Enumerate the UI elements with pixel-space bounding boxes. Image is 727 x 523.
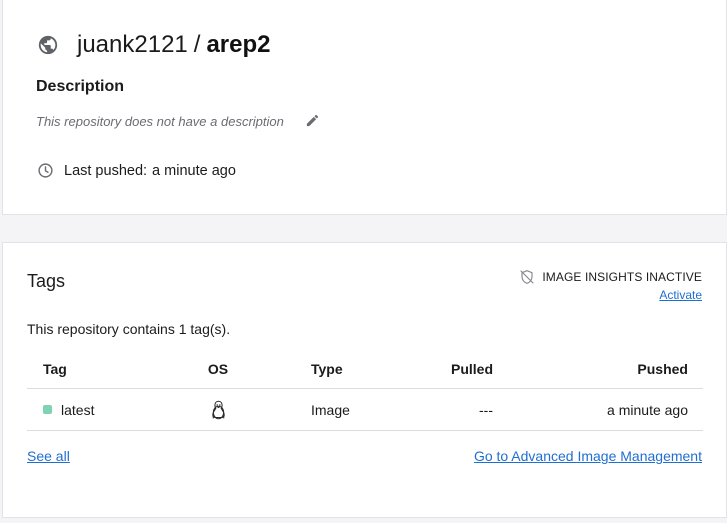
os-cell [207,389,229,430]
column-header-pushed: Pushed [637,360,688,377]
last-pushed: Last pushed: a minute ago [37,162,236,179]
table-row[interactable]: latest Image --- a minute ago [27,389,703,431]
column-header-type: Type [311,360,343,377]
advanced-image-management-link[interactable]: Go to Advanced Image Management [474,448,702,464]
tag-count-text: This repository contains 1 tag(s). [27,321,231,337]
see-all-link[interactable]: See all [27,448,70,464]
tag-name[interactable]: latest [61,402,94,418]
tags-table-header: Tag OS Type Pulled Pushed [27,349,703,389]
column-header-tag: Tag [43,360,67,377]
clock-icon [37,162,54,179]
description-text: This repository does not have a descript… [36,114,284,129]
repository-header-card: juank2121 / arep2 Description This repos… [2,0,727,215]
pushed-cell: a minute ago [607,401,688,418]
image-insights-label: IMAGE INSIGHTS INACTIVE [542,270,702,284]
image-insights-status: IMAGE INSIGHTS INACTIVE [519,269,702,285]
tag-status-dot [43,405,52,414]
tags-heading: Tags [27,271,66,291]
linux-icon [210,400,227,420]
column-header-os: OS [207,360,229,377]
tag-cell[interactable]: latest [43,389,94,430]
pulled-cell: --- [479,401,493,418]
description-heading: Description [36,78,125,95]
repository-name: arep2 [206,31,271,58]
repository-separator: / [193,31,201,58]
type-cell: Image [311,401,350,418]
last-pushed-label: Last pushed: [64,162,148,179]
repository-title: juank2121 / arep2 [37,30,270,60]
last-pushed-value: a minute ago [152,162,236,179]
tags-table: Tag OS Type Pulled Pushed latest Image -… [27,349,703,431]
tags-card: Tags IMAGE INSIGHTS INACTIVE Activate Th… [2,242,727,518]
repository-namespace: juank2121 [77,31,188,58]
activate-link[interactable]: Activate [659,288,702,302]
globe-icon [37,34,59,56]
column-header-pulled: Pulled [450,360,493,377]
shield-off-icon [519,269,535,285]
edit-description-pencil-icon[interactable] [305,113,320,128]
